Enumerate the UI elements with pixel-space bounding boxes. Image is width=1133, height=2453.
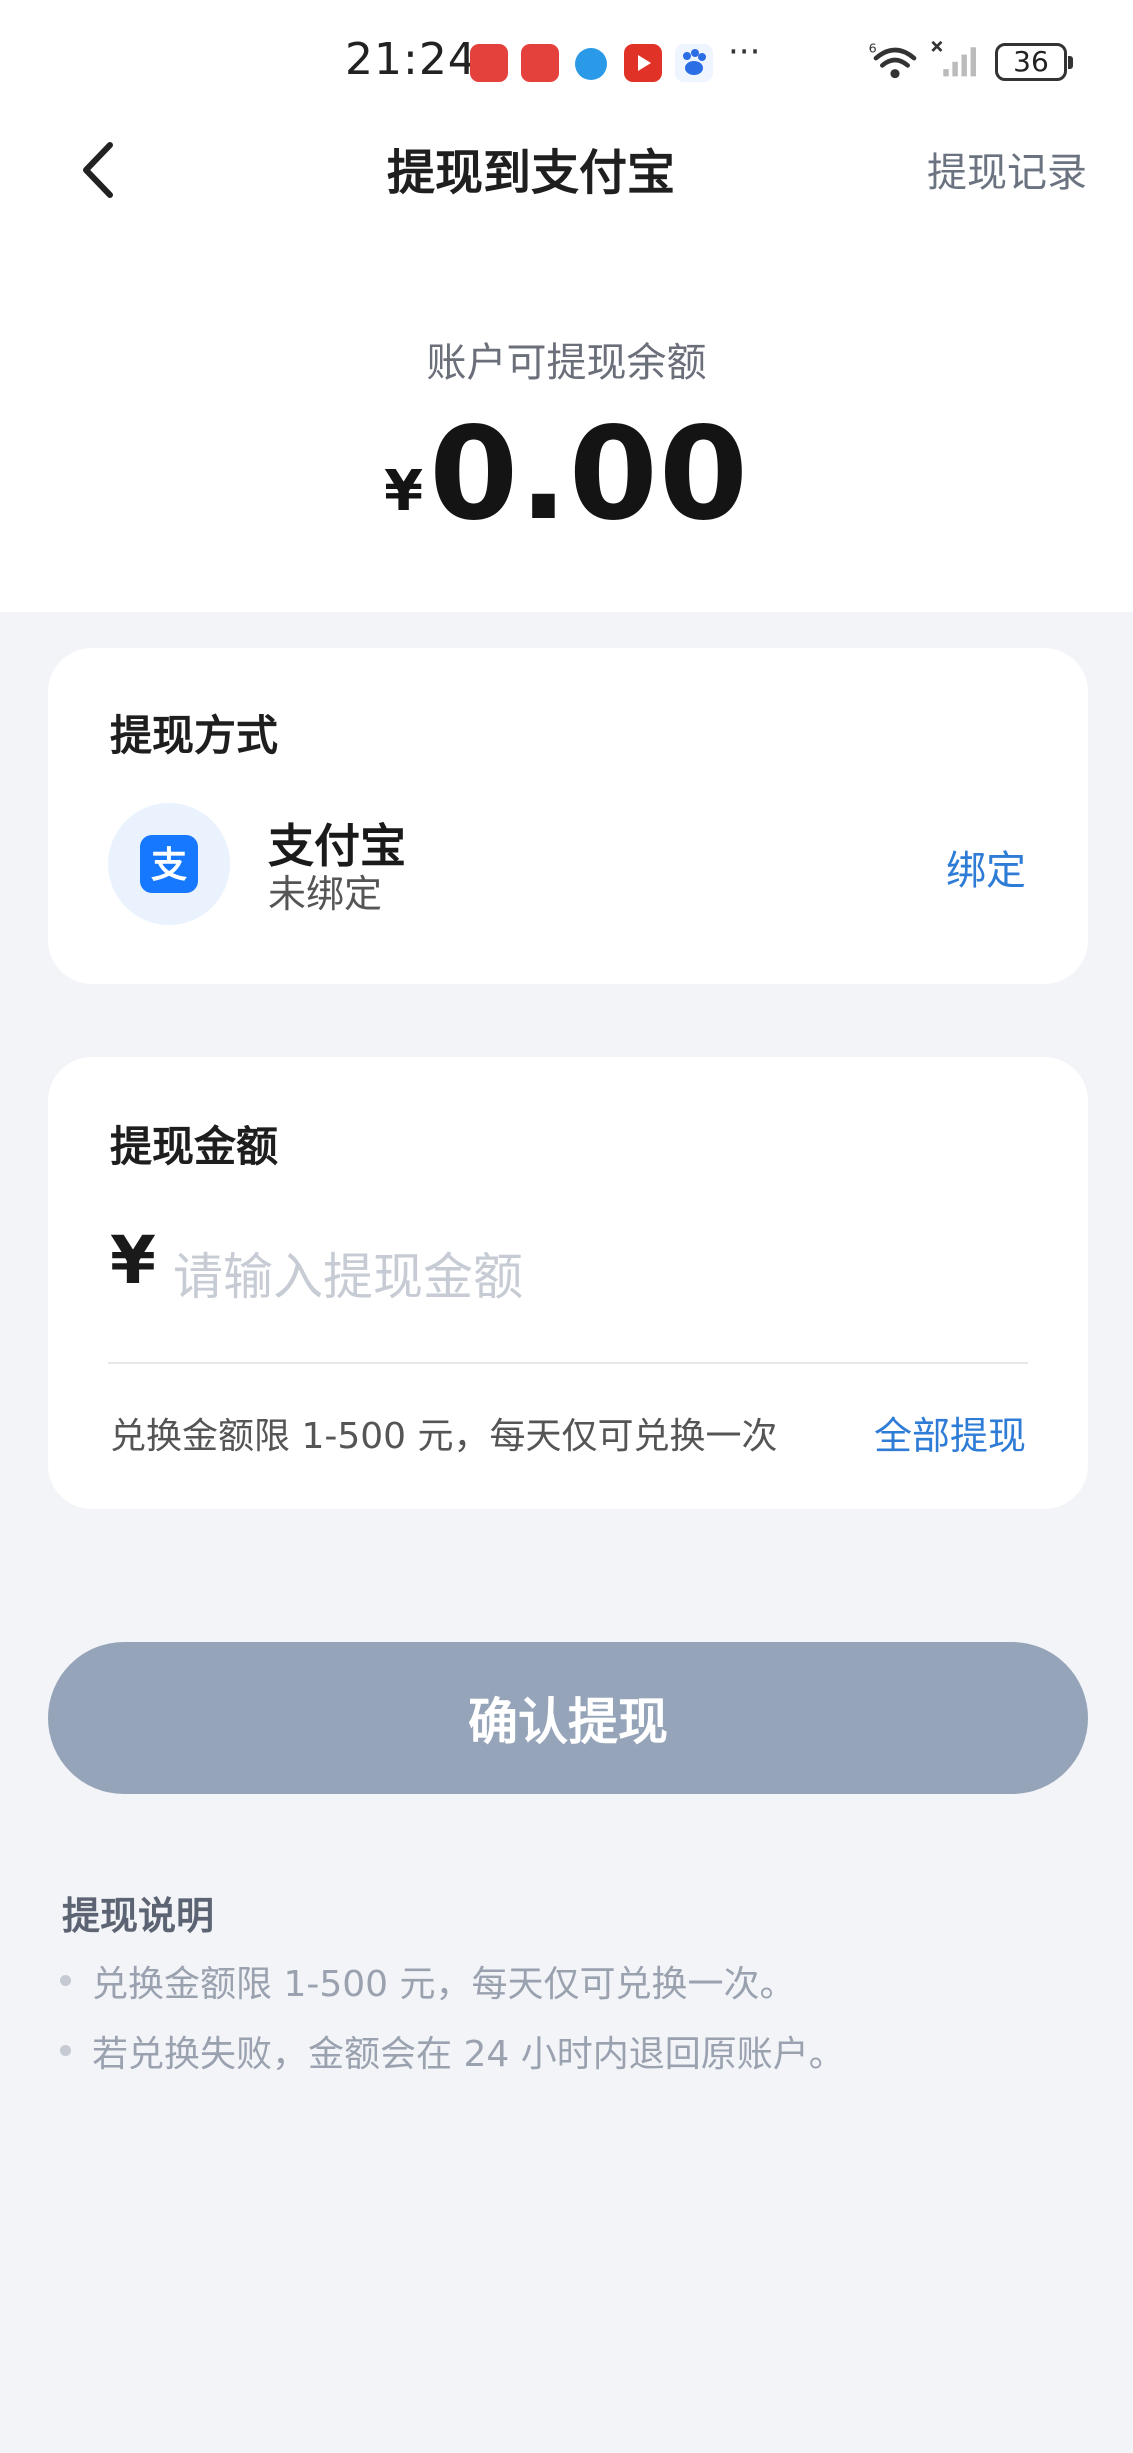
balance-currency: ¥ <box>384 459 424 524</box>
app-icon-blue <box>575 48 607 80</box>
amount-input[interactable] <box>173 1237 1023 1317</box>
withdraw-records-link[interactable]: 提现记录 <box>927 140 1087 198</box>
withdraw-method-card: 提现方式 支 支付宝 未绑定 绑定 <box>48 648 1088 984</box>
header-section: 21:24 ··· 6 36 提现到支付宝 提现记录 账户可提现余额 ¥0.00 <box>0 0 1133 612</box>
network-label: 6 <box>869 41 877 56</box>
video-app-icon <box>624 44 662 82</box>
more-notifications-icon: ··· <box>728 32 761 72</box>
huawei-app-icon <box>470 44 508 82</box>
bullet-dot <box>60 1975 71 1986</box>
page-title: 提现到支付宝 <box>386 145 675 201</box>
note-item: 兑换金额限 1-500 元，每天仅可兑换一次。 <box>92 1964 796 2005</box>
alipay-bind-status: 未绑定 <box>268 872 383 916</box>
amount-limit-text: 兑换金额限 1-500 元，每天仅可兑换一次 <box>110 1416 778 1457</box>
notes-title: 提现说明 <box>62 1894 215 1938</box>
cellular-signal-icon <box>931 40 976 77</box>
status-bar: 21:24 ··· 6 36 <box>0 0 1133 120</box>
bind-button[interactable]: 绑定 <box>946 838 1026 896</box>
status-time: 21:24 <box>345 34 477 85</box>
withdraw-method-title: 提现方式 <box>110 711 279 760</box>
withdraw-all-button[interactable]: 全部提现 <box>874 1405 1026 1460</box>
note-item: 若兑换失败，金额会在 24 小时内退回原账户。 <box>92 2034 845 2075</box>
alipay-logo-wrapper: 支 <box>108 803 230 925</box>
withdraw-amount-card: 提现金额 ¥ 兑换金额限 1-500 元，每天仅可兑换一次 全部提现 <box>48 1057 1088 1509</box>
amount-currency: ¥ <box>110 1222 156 1299</box>
bullet-dot <box>60 2045 71 2056</box>
balance-value: 0.00 <box>429 400 749 549</box>
svg-text:支: 支 <box>151 845 187 886</box>
divider <box>108 1362 1028 1364</box>
huawei-app-icon <box>521 44 559 82</box>
withdraw-amount-title: 提现金额 <box>110 1122 279 1171</box>
battery-icon: 36 <box>995 43 1073 81</box>
confirm-withdraw-button[interactable]: 确认提现 <box>48 1642 1088 1794</box>
alipay-icon: 支 <box>140 835 198 893</box>
baidu-app-icon <box>675 44 713 82</box>
balance-amount: ¥0.00 <box>0 400 1133 549</box>
battery-level: 36 <box>1013 45 1049 78</box>
wifi-icon: 6 <box>869 41 917 79</box>
balance-label: 账户可提现余额 <box>426 340 707 386</box>
